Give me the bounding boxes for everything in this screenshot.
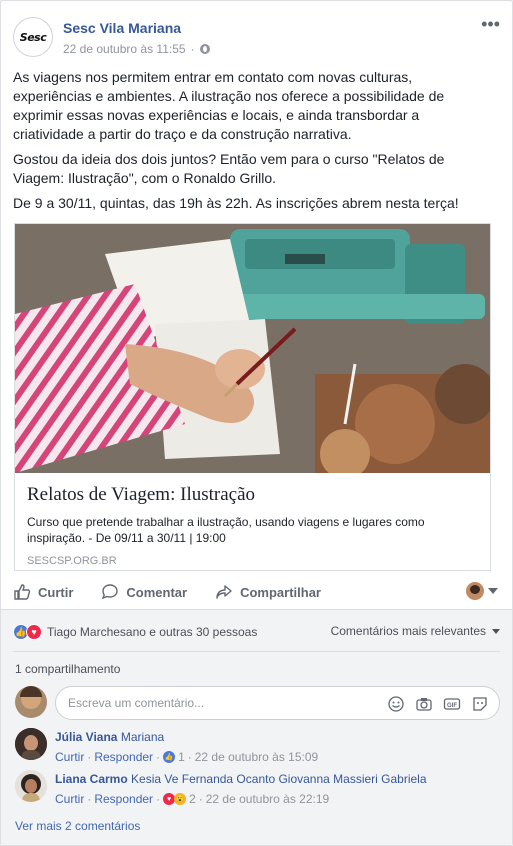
comment-like-button[interactable]: Curtir [55, 792, 84, 806]
ellipsis-icon[interactable]: ••• [481, 15, 500, 33]
share-button[interactable]: Compartilhar [215, 583, 321, 601]
love-reaction-icon[interactable]: ♥ [26, 624, 42, 640]
comment-box[interactable]: GIF [55, 686, 500, 720]
chevron-down-icon [488, 588, 498, 594]
comment-actions: Curtir · Responder · 👍 1 · 22 de outubro… [55, 750, 319, 764]
link-domain: SESCSP.ORG.BR [27, 555, 117, 567]
comment-text[interactable]: Mariana [121, 730, 164, 744]
comment-tags[interactable]: Kesia Ve Fernanda Ocanto Giovanna Massie… [131, 772, 427, 786]
globe-icon[interactable] [199, 44, 210, 54]
emoji-icon[interactable] [387, 695, 405, 713]
post-text: As viagens nos permitem entrar em contat… [13, 68, 491, 219]
shares-count[interactable]: 1 compartilhamento [15, 662, 120, 676]
avatar[interactable] [15, 770, 47, 802]
comment-reply-button[interactable]: Responder [94, 750, 153, 764]
reactions-bar: 👍 ♥ Tiago Marchesano e outras 30 pessoas… [13, 623, 500, 641]
like-reaction-icon[interactable]: 👍 [163, 751, 176, 763]
link-preview[interactable]: Relatos de Viagem: Ilustração Curso que … [14, 223, 491, 571]
share-icon [216, 585, 232, 599]
sticker-icon[interactable] [471, 695, 489, 713]
post-paragraph: De 9 a 30/11, quintas, das 19h às 22h. A… [13, 195, 459, 211]
avatar[interactable] [15, 728, 47, 760]
post-header: Sesc Sesc Vila Mariana 22 de outubro às … [13, 15, 500, 61]
view-more-comments-link[interactable]: Ver mais 2 comentários [15, 819, 140, 833]
post-card: Sesc Sesc Vila Mariana 22 de outubro às … [0, 0, 513, 846]
comment-input[interactable] [68, 696, 358, 710]
comment-author[interactable]: Liana Carmo [55, 772, 128, 786]
comment-like-button[interactable]: Curtir [55, 750, 84, 764]
comment-sort-label: Comentários mais relevantes [330, 624, 486, 638]
thumbs-up-icon [14, 584, 31, 600]
camera-icon[interactable] [415, 695, 433, 713]
comment-time[interactable]: 22 de outubro às 22:19 [206, 792, 329, 806]
divider [1, 609, 512, 610]
comment-button[interactable]: Comentar [101, 583, 187, 601]
page-avatar[interactable]: Sesc [13, 17, 53, 57]
comment-body: Júlia Viana Mariana Curtir · Responder ·… [55, 730, 318, 764]
post-timestamp[interactable]: 22 de outubro às 11:55 [63, 42, 186, 56]
comment-author[interactable]: Júlia Viana [55, 730, 117, 744]
comment-reply-button[interactable]: Responder [94, 792, 153, 806]
wow-reaction-icon[interactable]: 😮 [174, 793, 187, 805]
gif-icon[interactable]: GIF [443, 695, 461, 713]
share-as-selector[interactable] [466, 582, 498, 600]
like-label: Curtir [38, 584, 74, 600]
page-logo-text: Sesc [19, 30, 47, 44]
link-title[interactable]: Relatos de Viagem: Ilustração [27, 484, 478, 506]
chevron-down-icon [492, 628, 500, 634]
composer-icons: GIF [387, 695, 489, 713]
comment-reaction-count[interactable]: 2 [189, 792, 196, 806]
link-preview-body: Relatos de Viagem: Ilustração Curso que … [27, 482, 478, 567]
comments-section [1, 610, 512, 845]
comment-icon [102, 584, 119, 600]
link-preview-image[interactable] [15, 224, 490, 473]
avatar[interactable] [15, 686, 47, 718]
illustration-photo [15, 224, 490, 473]
share-label: Compartilhar [240, 584, 321, 600]
like-button[interactable]: Curtir [13, 583, 73, 601]
page-name-link[interactable]: Sesc Vila Mariana [63, 20, 181, 36]
comment-composer: GIF [15, 686, 500, 720]
comment-actions: Curtir · Responder · ♥ 😮 2 · 22 de outub… [55, 792, 330, 806]
comment-reaction-count[interactable]: 1 [178, 750, 185, 764]
comment-body: Liana Carmo Kesia Ve Fernanda Ocanto Gio… [55, 772, 427, 806]
reactors-summary[interactable]: Tiago Marchesano e outras 30 pessoas [47, 625, 257, 639]
post-meta: 22 de outubro às 11:55 · [63, 42, 210, 56]
link-description: Curso que pretende trabalhar a ilustraçã… [27, 515, 425, 545]
svg-text:GIF: GIF [447, 703, 457, 709]
post-paragraph: Gostou da ideia dos dois juntos? Então v… [13, 151, 445, 186]
avatar [466, 582, 484, 600]
comment-label: Comentar [126, 584, 188, 600]
comment-sort-dropdown[interactable]: Comentários mais relevantes [331, 624, 500, 638]
divider [13, 651, 500, 652]
post-paragraph: As viagens nos permitem entrar em contat… [13, 69, 445, 142]
comment-time[interactable]: 22 de outubro às 15:09 [195, 750, 318, 764]
post-actions: Curtir Comentar Compartilhar [13, 578, 500, 606]
